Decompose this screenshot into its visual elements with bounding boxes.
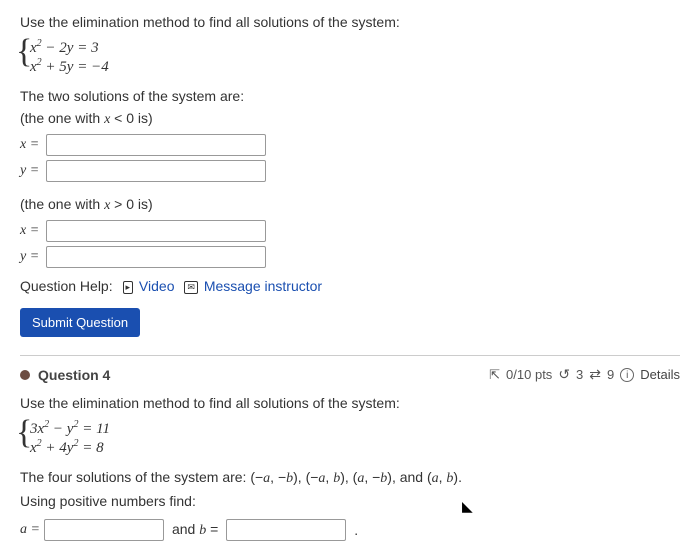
q3-pos-x-input[interactable]	[46, 220, 266, 242]
retry-icon: ↺	[558, 366, 570, 383]
question-help-row: Question Help: ▸ Video ✉ Message instruc…	[20, 278, 680, 294]
q4-using-positive: Using positive numbers find:	[20, 493, 680, 509]
period: .	[354, 522, 358, 538]
q3-pos-y-input[interactable]	[46, 246, 266, 268]
details-link[interactable]: Details	[640, 367, 680, 382]
video-icon: ▸	[123, 281, 134, 294]
q4-tries: 9	[607, 367, 614, 382]
message-instructor-link[interactable]: Message instructor	[204, 278, 322, 294]
question-bullet-icon	[20, 370, 30, 380]
q3-cond-neg: (the one with x < 0 is)	[20, 110, 680, 128]
q3-two-solutions: The two solutions of the system are:	[20, 88, 680, 104]
help-label: Question Help:	[20, 278, 113, 294]
arrows-icon: ⇄	[589, 366, 601, 383]
brace-icon-2: {	[16, 414, 32, 452]
q4-prompt: Use the elimination method to find all s…	[20, 395, 680, 411]
q4-b-input[interactable]	[226, 519, 346, 541]
b-label: and b =	[172, 521, 218, 539]
submit-question-button[interactable]: Submit Question	[20, 308, 140, 337]
video-link[interactable]: Video	[139, 278, 175, 294]
a-label: a =	[20, 522, 40, 538]
x-label-2: x =	[20, 223, 46, 239]
q4-eq2: x2 + 4y2 = 8	[30, 438, 680, 457]
brace-icon: {	[16, 33, 32, 71]
q4-header: Question 4 ⇱ 0/10 pts ↺ 3 ⇄ 9 i Details	[20, 366, 680, 383]
q3-eq2: x2 + 5y = −4	[30, 57, 680, 76]
q3-eq1: x2 − 2y = 3	[30, 38, 680, 57]
info-icon: i	[620, 368, 634, 382]
q4-system: { 3x2 − y2 = 11 x2 + 4y2 = 8	[30, 419, 680, 457]
y-label-2: y =	[20, 249, 46, 265]
q3-system: { x2 − 2y = 3 x2 + 5y = −4	[30, 38, 680, 76]
cursor-icon: ◣	[462, 498, 473, 515]
y-label: y =	[20, 163, 46, 179]
x-label: x =	[20, 137, 46, 153]
q4-score: 0/10 pts	[506, 367, 552, 382]
q3-prompt: Use the elimination method to find all s…	[20, 14, 680, 30]
q4-a-input[interactable]	[44, 519, 164, 541]
q3-neg-x-input[interactable]	[46, 134, 266, 156]
q4-eq1: 3x2 − y2 = 11	[30, 419, 680, 438]
check-icon: ⇱	[489, 367, 500, 383]
q3-cond-pos: (the one with x > 0 is)	[20, 196, 680, 214]
q4-four-solutions: The four solutions of the system are: (−…	[20, 469, 680, 487]
mail-icon: ✉	[184, 281, 198, 294]
q4-title: Question 4	[38, 367, 110, 383]
q4-attempts: 3	[576, 367, 583, 382]
q3-neg-y-input[interactable]	[46, 160, 266, 182]
